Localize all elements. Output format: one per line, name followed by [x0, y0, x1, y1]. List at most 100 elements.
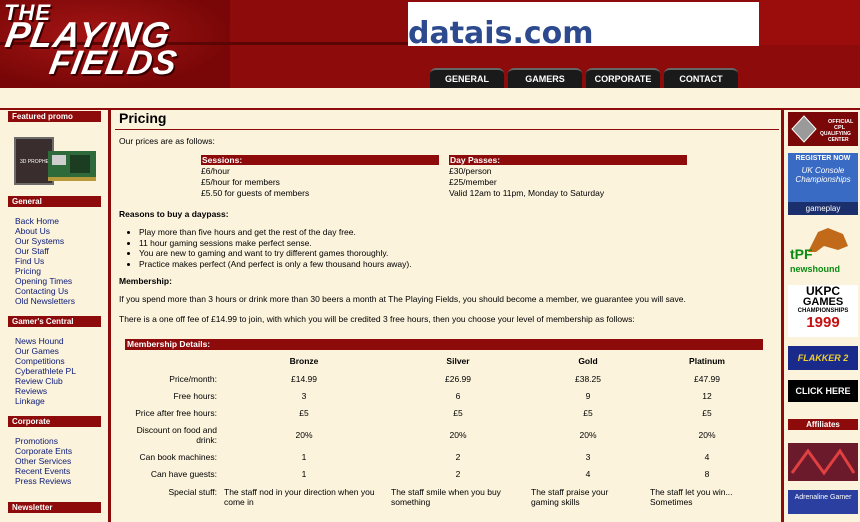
uk-console-banner[interactable]: REGISTER NOW UK Console Championships ga… [788, 153, 858, 215]
tier-bronze: Bronze [289, 356, 319, 366]
table-cell: £38.25 [575, 374, 601, 384]
row-label-book-machines: Can book machines: [139, 452, 218, 462]
table-cell: 8 [704, 469, 710, 479]
table-cell: 12 [702, 391, 712, 401]
table-cell: 4 [704, 452, 710, 462]
table-cell: £5 [702, 408, 712, 418]
logo-fields[interactable]: FIELDS [47, 44, 181, 83]
sessions-line-1: £6/hour [201, 166, 230, 176]
intro-text: Our prices are as follows: [119, 136, 215, 146]
nav-corporate[interactable]: CORPORATE [586, 68, 660, 88]
sessions-line-2: £5/hour for members [201, 177, 280, 187]
membership-heading: Membership: [119, 276, 172, 286]
link-corporate-ents[interactable]: Corporate Ents [15, 446, 72, 456]
row-label-discount: Discount on food and drink: [136, 425, 217, 445]
link-back-home[interactable]: Back Home [15, 216, 75, 226]
main-content: Pricing Our prices are as follows: Sessi… [111, 110, 781, 522]
link-about-us[interactable]: About Us [15, 226, 75, 236]
title-underline [115, 129, 779, 130]
table-cell: The staff smile when you buy something [391, 487, 501, 507]
affiliate-logo-image[interactable] [788, 443, 858, 481]
link-our-staff[interactable]: Our Staff [15, 246, 75, 256]
reason-item: 11 hour gaming sessions make perfect sen… [139, 238, 412, 249]
link-linkage[interactable]: Linkage [15, 396, 76, 406]
sessions-heading: Sessions: [201, 155, 439, 165]
flakker-banner[interactable]: FLAKKER 2 [788, 346, 858, 370]
link-find-us[interactable]: Find Us [15, 256, 75, 266]
link-our-systems[interactable]: Our Systems [15, 236, 75, 246]
table-cell: 20% [449, 430, 467, 440]
reasons-list: Play more than five hours and get the re… [121, 227, 412, 269]
cpl-qualifying-badge[interactable]: OFFICIAL CPL QUALIFYING CENTER [788, 112, 858, 146]
link-opening-times[interactable]: Opening Times [15, 276, 75, 286]
ukpc-year: 1999 [806, 314, 840, 331]
uk-console-text: UK Console Championships [795, 166, 851, 184]
reason-item: Practice makes perfect (And perfect is o… [139, 259, 412, 270]
left-sidebar: Featured promo 3D PROPHET General Back H… [0, 110, 108, 522]
reason-item: Play more than five hours and get the re… [139, 227, 412, 238]
header-bottom-bar [0, 88, 860, 110]
nav-general[interactable]: GENERAL [430, 68, 504, 88]
link-pricing[interactable]: Pricing [15, 266, 75, 276]
link-promotions[interactable]: Promotions [15, 436, 72, 446]
svg-text:CENTER: CENTER [828, 137, 849, 143]
adrenaline-gamer-banner[interactable]: Adrenaline Gamer [788, 490, 858, 514]
table-cell: 1 [301, 452, 307, 462]
table-cell: The staff let you win... Sometimes [650, 487, 733, 507]
daypasses-heading: Day Passes: [449, 155, 687, 165]
tpf-text: tPF [790, 246, 813, 262]
table-cell: 20% [579, 430, 597, 440]
table-cell: 3 [301, 391, 307, 401]
newshound-text: newshound [790, 264, 840, 274]
gameplay-text: gameplay [788, 202, 858, 215]
row-label-free-hours: Free hours: [173, 391, 217, 401]
link-competitions[interactable]: Competitions [15, 356, 76, 366]
table-cell: £26.99 [445, 374, 471, 384]
link-reviews[interactable]: Reviews [15, 386, 76, 396]
link-recent-events[interactable]: Recent Events [15, 466, 72, 476]
table-cell: 9 [585, 391, 591, 401]
table-cell: 3 [585, 452, 591, 462]
newsletter-heading: Newsletter [8, 502, 101, 513]
table-cell: The staff praise your gaming skills [531, 487, 609, 507]
link-contacting-us[interactable]: Contacting Us [15, 286, 75, 296]
table-cell: £5 [299, 408, 309, 418]
table-cell: 2 [455, 469, 461, 479]
header-right-strip [759, 0, 860, 45]
ukpc-championships-banner[interactable]: UKPC GAMES CHAMPIONSHIPS 1999 [788, 285, 858, 337]
page-title: Pricing [119, 110, 167, 126]
affiliates-heading: Affiliates [788, 419, 858, 430]
featured-promo-heading: Featured promo [8, 111, 101, 122]
table-cell: £14.99 [291, 374, 317, 384]
promo-product-image[interactable]: 3D PROPHET [12, 131, 98, 193]
banner-ad[interactable]: datais.com [408, 2, 759, 51]
general-links: Back Home About Us Our Systems Our Staff… [15, 216, 75, 306]
link-our-games[interactable]: Our Games [15, 346, 76, 356]
sessions-line-3: £5.50 for guests of members [201, 188, 310, 198]
reasons-heading: Reasons to buy a daypass: [119, 209, 229, 219]
row-label-guests: Can have guests: [150, 469, 217, 479]
table-cell: £47.99 [694, 374, 720, 384]
table-cell: £5 [453, 408, 463, 418]
nav-gamers[interactable]: GAMERS [508, 68, 582, 88]
site-header: THE PLAYING FIELDS datais.com GENERAL GA… [0, 0, 860, 88]
newshound-banner[interactable]: tPF newshound [788, 224, 858, 276]
gamers-links: News Hound Our Games Competitions Cybera… [15, 336, 76, 406]
link-other-services[interactable]: Other Services [15, 456, 72, 466]
click-here-banner[interactable]: CLICK HERE [788, 380, 858, 402]
membership-paragraph-1: If you spend more than 3 hours or drink … [119, 294, 686, 304]
link-news-hound[interactable]: News Hound [15, 336, 76, 346]
link-cyberathlete-pl[interactable]: Cyberathlete PL [15, 366, 76, 376]
table-cell: 2 [455, 452, 461, 462]
link-old-newsletters[interactable]: Old Newsletters [15, 296, 75, 306]
nav-contact[interactable]: CONTACT [664, 68, 738, 88]
right-sidebar: OFFICIAL CPL QUALIFYING CENTER REGISTER … [784, 110, 860, 522]
link-review-club[interactable]: Review Club [15, 376, 76, 386]
link-press-reviews[interactable]: Press Reviews [15, 476, 72, 486]
membership-paragraph-2: There is a one off fee of £14.99 to join… [119, 314, 635, 324]
table-cell: £5 [583, 408, 593, 418]
daypasses-line-2: £25/member [449, 177, 497, 187]
membership-details-heading: Membership Details: [125, 339, 763, 350]
reason-item: You are new to gaming and want to try di… [139, 248, 412, 259]
table-cell: The staff nod in your direction when you… [224, 487, 375, 507]
